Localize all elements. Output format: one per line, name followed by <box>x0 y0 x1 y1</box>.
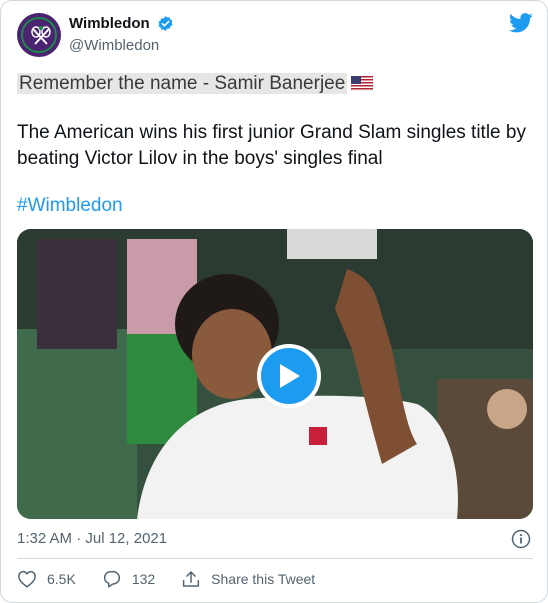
verified-badge-icon <box>158 16 173 32</box>
tweet-text-line1: Remember the name - Samir Banerjee <box>17 71 533 97</box>
play-button[interactable] <box>257 344 321 408</box>
heart-icon <box>18 570 36 588</box>
share-button[interactable]: Share this Tweet <box>181 570 315 588</box>
hashtag-link[interactable]: #Wimbledon <box>17 193 533 219</box>
wimbledon-logo-icon <box>21 17 57 53</box>
highlighted-text: Remember the name - Samir Banerjee <box>17 73 348 94</box>
like-count: 6.5K <box>47 571 76 587</box>
twitter-bird-icon[interactable] <box>509 13 533 33</box>
divider <box>17 558 533 559</box>
tweet-body: The American wins his first junior Grand… <box>17 122 526 169</box>
info-icon[interactable] <box>511 529 531 549</box>
reply-button[interactable]: 132 <box>102 570 155 588</box>
account-name-block[interactable]: Wimbledon @Wimbledon <box>69 15 174 54</box>
reply-count: 132 <box>131 571 156 587</box>
reply-icon <box>103 570 120 588</box>
play-icon <box>280 364 300 388</box>
avatar[interactable] <box>17 13 61 57</box>
share-icon <box>183 571 200 587</box>
display-name[interactable]: Wimbledon <box>69 15 150 32</box>
tweet-header: Wimbledon @Wimbledon <box>17 13 533 59</box>
tweet-timestamp[interactable]: 1:32 AM · Jul 12, 2021 <box>17 530 167 547</box>
tweet-card: Wimbledon @Wimbledon Remember the name -… <box>0 0 548 603</box>
share-label: Share this Tweet <box>211 571 316 587</box>
video-thumbnail[interactable] <box>17 229 533 519</box>
tweet-actions: 6.5K 132 Share this Tweet <box>17 568 341 590</box>
handle[interactable]: @Wimbledon <box>69 37 174 54</box>
us-flag-icon <box>351 76 374 91</box>
like-button[interactable]: 6.5K <box>17 570 76 588</box>
